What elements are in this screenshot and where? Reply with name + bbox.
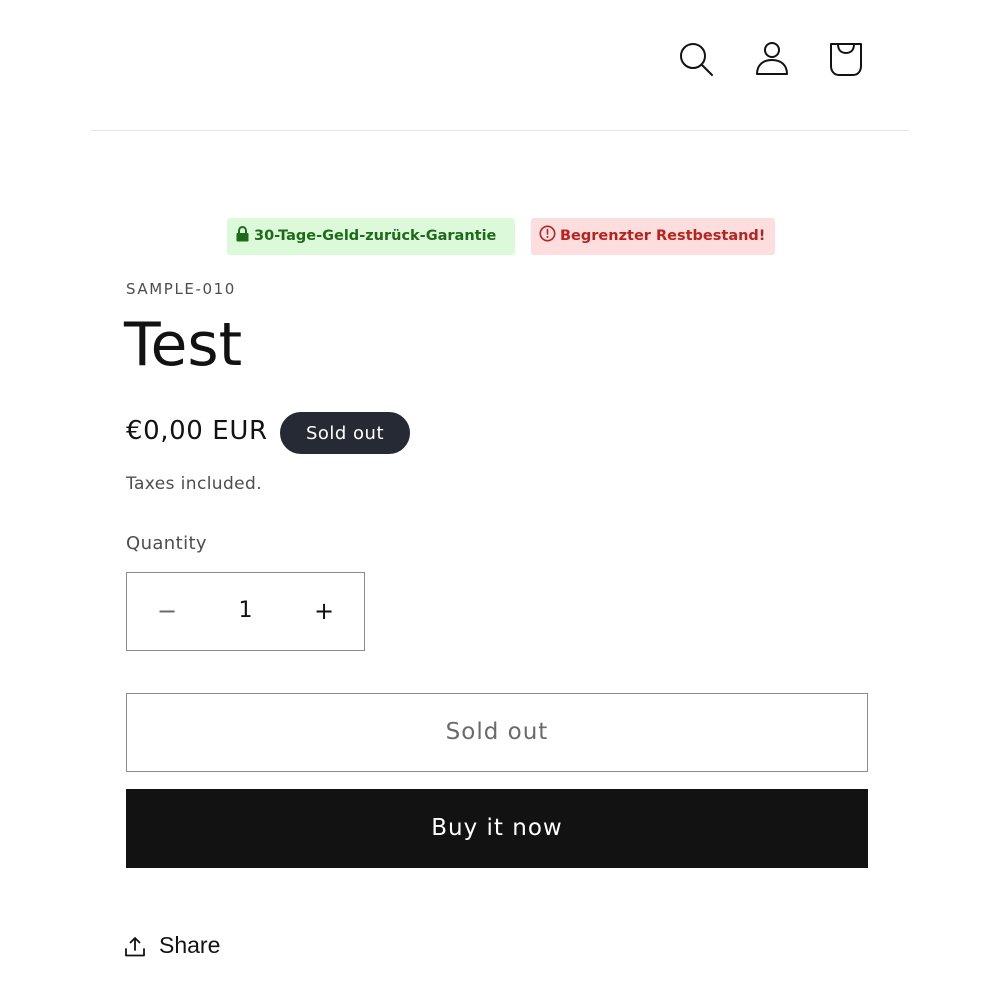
search-icon[interactable] [674,38,718,82]
quantity-increase-button[interactable]: + [284,573,364,649]
buy-now-button[interactable]: Buy it now [126,789,868,868]
product-sku: SAMPLE-010 [126,280,236,298]
clock-icon [539,220,556,257]
lock-icon [235,220,250,257]
product-price: €0,00 EUR [126,416,268,446]
status-badge: Sold out [280,412,410,454]
guarantee-badge-text: 30-Tage-Geld-zurück-Garantie [254,228,497,244]
share-icon [124,936,146,958]
share-label: Share [159,932,221,958]
quantity-input[interactable]: 1 [207,573,284,649]
add-to-cart-button[interactable]: Sold out [126,693,868,772]
cart-icon[interactable] [824,38,868,82]
stock-badge-text: Begrenzter Restbestand! [560,228,766,244]
quantity-label: Quantity [126,533,207,554]
taxes-note: Taxes included. [126,474,263,494]
header-divider [91,130,909,131]
quantity-stepper: − 1 + [126,572,365,651]
product-page: 30-Tage-Geld-zurück-Garantie Begrenzter … [0,0,1000,1000]
product-title: Test [124,310,243,380]
quantity-decrease-button[interactable]: − [127,573,207,649]
guarantee-badge: 30-Tage-Geld-zurück-Garantie [227,218,515,255]
account-icon[interactable] [750,38,794,82]
stock-badge: Begrenzter Restbestand! [531,218,775,255]
